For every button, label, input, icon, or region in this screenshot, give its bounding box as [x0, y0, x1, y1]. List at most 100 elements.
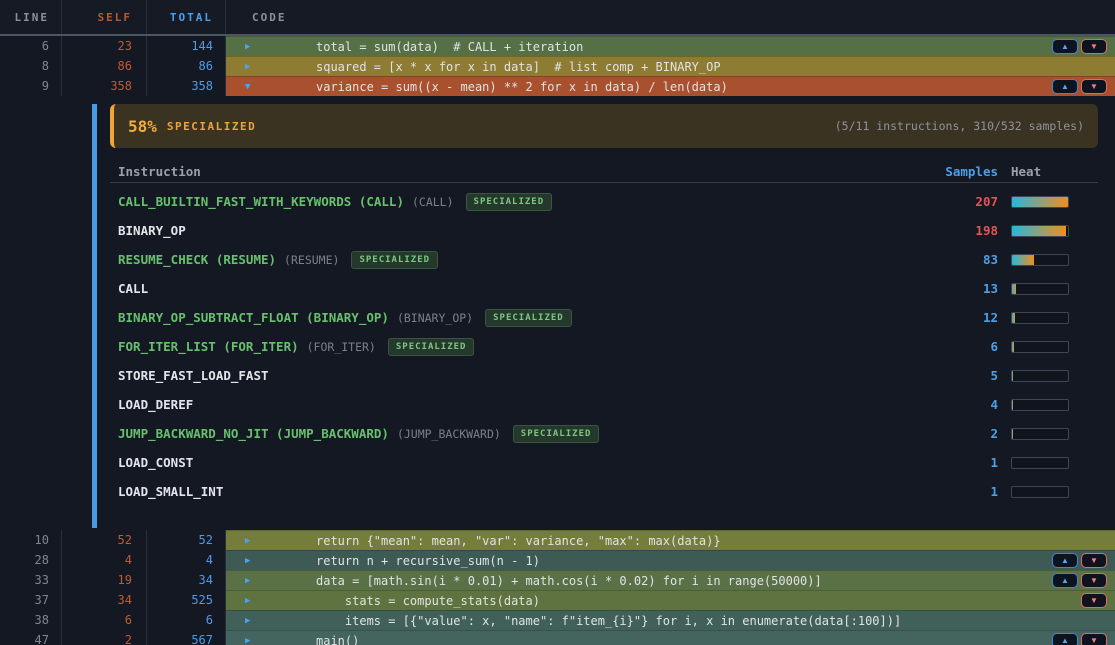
code-rows-bottom: 10 52 52 ▶ return {"mean": mean, "var": …: [0, 530, 1115, 645]
specialized-badge: SPECIALIZED: [513, 425, 600, 443]
self-samples: 358: [62, 76, 147, 96]
instruction-rows: CALL_BUILTIN_FAST_WITH_KEYWORDS (CALL) (…: [110, 187, 1098, 506]
code-line-row: 6 23 144 ▶ total = sum(data) # CALL + it…: [0, 36, 1115, 56]
expand-toggle-icon[interactable]: ▶: [245, 576, 257, 586]
instruction-name: STORE_FAST_LOAD_FAST: [118, 368, 269, 383]
instruction-base-opcode: (RESUME): [284, 253, 339, 267]
navigate-up-button[interactable]: ▲: [1052, 39, 1078, 54]
navigate-down-button[interactable]: ▼: [1081, 633, 1107, 645]
navigate-up-button[interactable]: ▲: [1052, 633, 1078, 645]
heat-bar-fill: [1012, 371, 1013, 381]
code-line-row: 38 6 6 ▶ items = [{"value": x, "name": f…: [0, 610, 1115, 630]
row-nav-buttons: ▲ ▼: [1052, 633, 1107, 645]
instruction-samples: 83: [908, 252, 998, 267]
instruction-samples: 1: [908, 484, 998, 499]
heat-bar-track: [1011, 370, 1069, 382]
navigate-down-button[interactable]: ▼: [1081, 39, 1107, 54]
instruction-name: LOAD_SMALL_INT: [118, 484, 223, 499]
total-samples: 52: [147, 530, 226, 550]
navigate-down-button[interactable]: ▼: [1081, 79, 1107, 94]
line-number: 38: [0, 610, 62, 630]
heat-bar-fill: [1012, 226, 1066, 236]
specialization-banner: 58% SPECIALIZED (5/11 instructions, 310/…: [110, 104, 1098, 148]
code-line-row: 28 4 4 ▶ return n + recursive_sum(n - 1)…: [0, 550, 1115, 570]
code-band[interactable]: ▶ items = [{"value": x, "name": f"item_{…: [226, 610, 1115, 630]
expand-toggle-icon[interactable]: ▶: [245, 556, 257, 566]
column-header-code[interactable]: CODE: [226, 0, 1115, 34]
column-header-self[interactable]: SELF: [62, 0, 147, 34]
navigate-up-button[interactable]: ▲: [1052, 79, 1078, 94]
navigate-up-button[interactable]: ▲: [1052, 573, 1078, 588]
code-text: stats = compute_stats(data): [316, 594, 540, 608]
code-band[interactable]: ▶ return n + recursive_sum(n - 1) ▲ ▼: [226, 550, 1115, 570]
self-samples: 34: [62, 590, 147, 610]
expand-toggle-icon[interactable]: ▼: [245, 82, 257, 92]
instruction-samples: 5: [908, 368, 998, 383]
column-header-heat: Heat: [1011, 164, 1069, 179]
code-line-row: 37 34 525 ▶ stats = compute_stats(data) …: [0, 590, 1115, 610]
line-number: 8: [0, 56, 62, 76]
instruction-row: FOR_ITER_LIST (FOR_ITER) (FOR_ITER) SPEC…: [110, 332, 1098, 361]
code-band[interactable]: ▶ main() ▲ ▼: [226, 630, 1115, 645]
heat-bar-fill: [1012, 342, 1014, 352]
heat-bar-fill: [1012, 284, 1016, 294]
code-band[interactable]: ▶ data = [math.sin(i * 0.01) + math.cos(…: [226, 570, 1115, 590]
instruction-name: JUMP_BACKWARD_NO_JIT (JUMP_BACKWARD): [118, 426, 389, 441]
instruction-row: STORE_FAST_LOAD_FAST SPECIALIZED 5: [110, 361, 1098, 390]
specialized-badge: SPECIALIZED: [388, 338, 475, 356]
specialized-badge: SPECIALIZED: [351, 251, 438, 269]
total-samples: 4: [147, 550, 226, 570]
instruction-base-opcode: (JUMP_BACKWARD): [397, 427, 501, 441]
instruction-samples: 1: [908, 455, 998, 470]
instruction-samples: 198: [908, 223, 998, 238]
expand-toggle-icon[interactable]: ▶: [245, 636, 257, 645]
code-text: items = [{"value": x, "name": f"item_{i}…: [316, 614, 901, 628]
panel-guide-bar: [92, 104, 97, 528]
expand-toggle-icon[interactable]: ▶: [245, 62, 257, 72]
instruction-name: CALL_BUILTIN_FAST_WITH_KEYWORDS (CALL): [118, 194, 404, 209]
instruction-base-opcode: (CALL): [412, 195, 454, 209]
expand-toggle-icon[interactable]: ▶: [245, 42, 257, 52]
heat-bar-track: [1011, 196, 1069, 208]
total-samples: 567: [147, 630, 226, 645]
instruction-base-opcode: (FOR_ITER): [307, 340, 376, 354]
profiler-app: LINE SELF TOTAL CODE 6 23 144 ▶ total = …: [0, 0, 1115, 645]
instruction-name: BINARY_OP_SUBTRACT_FLOAT (BINARY_OP): [118, 310, 389, 325]
self-samples: 6: [62, 610, 147, 630]
heat-bar-fill: [1012, 255, 1034, 265]
total-samples: 6: [147, 610, 226, 630]
code-text: return n + recursive_sum(n - 1): [316, 554, 540, 568]
expand-toggle-icon[interactable]: ▶: [245, 596, 257, 606]
expand-toggle-icon[interactable]: ▶: [245, 616, 257, 626]
row-nav-buttons: ▲ ▼: [1052, 79, 1107, 94]
total-samples: 86: [147, 56, 226, 76]
code-band[interactable]: ▶ squared = [x * x for x in data] # list…: [226, 56, 1115, 76]
code-band[interactable]: ▶ return {"mean": mean, "var": variance,…: [226, 530, 1115, 550]
code-band[interactable]: ▶ total = sum(data) # CALL + iteration ▲…: [226, 36, 1115, 56]
expand-toggle-icon[interactable]: ▶: [245, 536, 257, 546]
instruction-base-opcode: (BINARY_OP): [397, 311, 473, 325]
instruction-row: BINARY_OP_SUBTRACT_FLOAT (BINARY_OP) (BI…: [110, 303, 1098, 332]
heat-bar-track: [1011, 312, 1069, 324]
self-samples: 86: [62, 56, 147, 76]
heat-bar-fill: [1012, 197, 1068, 207]
navigate-down-button[interactable]: ▼: [1081, 593, 1107, 608]
specialized-detail: (5/11 instructions, 310/532 samples): [835, 119, 1084, 133]
code-band[interactable]: ▶ stats = compute_stats(data) ▲ ▼: [226, 590, 1115, 610]
column-header-line[interactable]: LINE: [0, 0, 62, 34]
column-header-total[interactable]: TOTAL: [147, 0, 226, 34]
instruction-samples: 4: [908, 397, 998, 412]
navigate-up-button[interactable]: ▲: [1052, 553, 1078, 568]
code-line-row: 9 358 358 ▼ variance = sum((x - mean) **…: [0, 76, 1115, 96]
navigate-down-button[interactable]: ▼: [1081, 553, 1107, 568]
code-band[interactable]: ▼ variance = sum((x - mean) ** 2 for x i…: [226, 76, 1115, 96]
navigate-down-button[interactable]: ▼: [1081, 573, 1107, 588]
total-samples: 34: [147, 570, 226, 590]
heat-bar-track: [1011, 486, 1069, 498]
heat-bar-track: [1011, 428, 1069, 440]
table-header: LINE SELF TOTAL CODE: [0, 0, 1115, 36]
instruction-row: LOAD_SMALL_INT SPECIALIZED 1: [110, 477, 1098, 506]
instruction-name: LOAD_DEREF: [118, 397, 193, 412]
code-line-row: 47 2 567 ▶ main() ▲ ▼: [0, 630, 1115, 645]
column-header-samples[interactable]: Samples: [908, 164, 998, 179]
